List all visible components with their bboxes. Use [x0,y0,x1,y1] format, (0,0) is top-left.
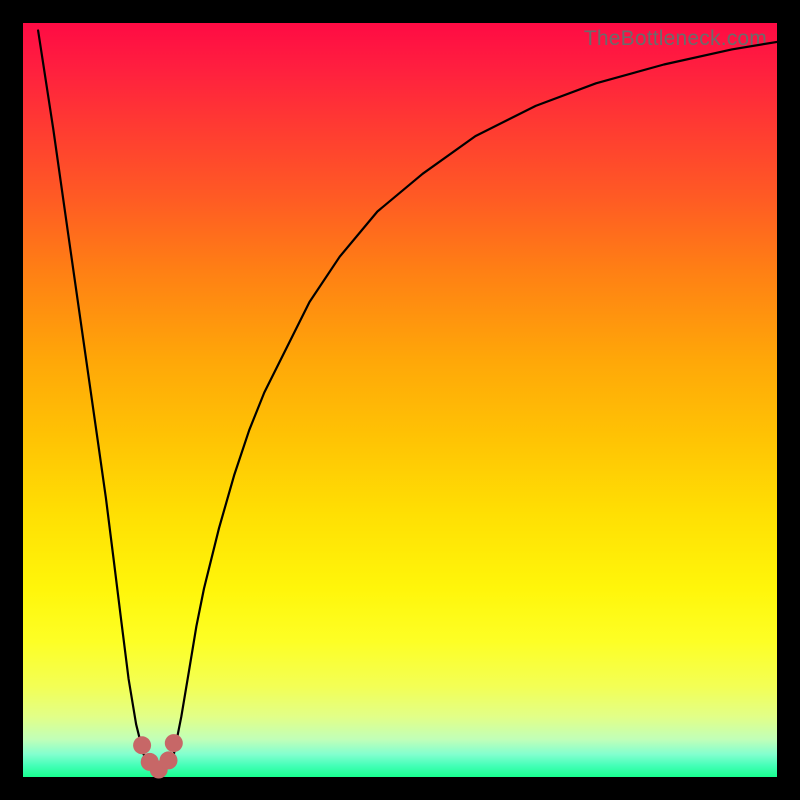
plot-area: TheBottleneck.com [23,23,777,777]
data-marker [133,736,151,754]
marker-group [133,734,183,778]
chart-overlay [23,23,777,777]
data-marker [165,734,183,752]
chart-frame: TheBottleneck.com [0,0,800,800]
data-marker [160,751,178,769]
penalty-curve [38,31,777,770]
